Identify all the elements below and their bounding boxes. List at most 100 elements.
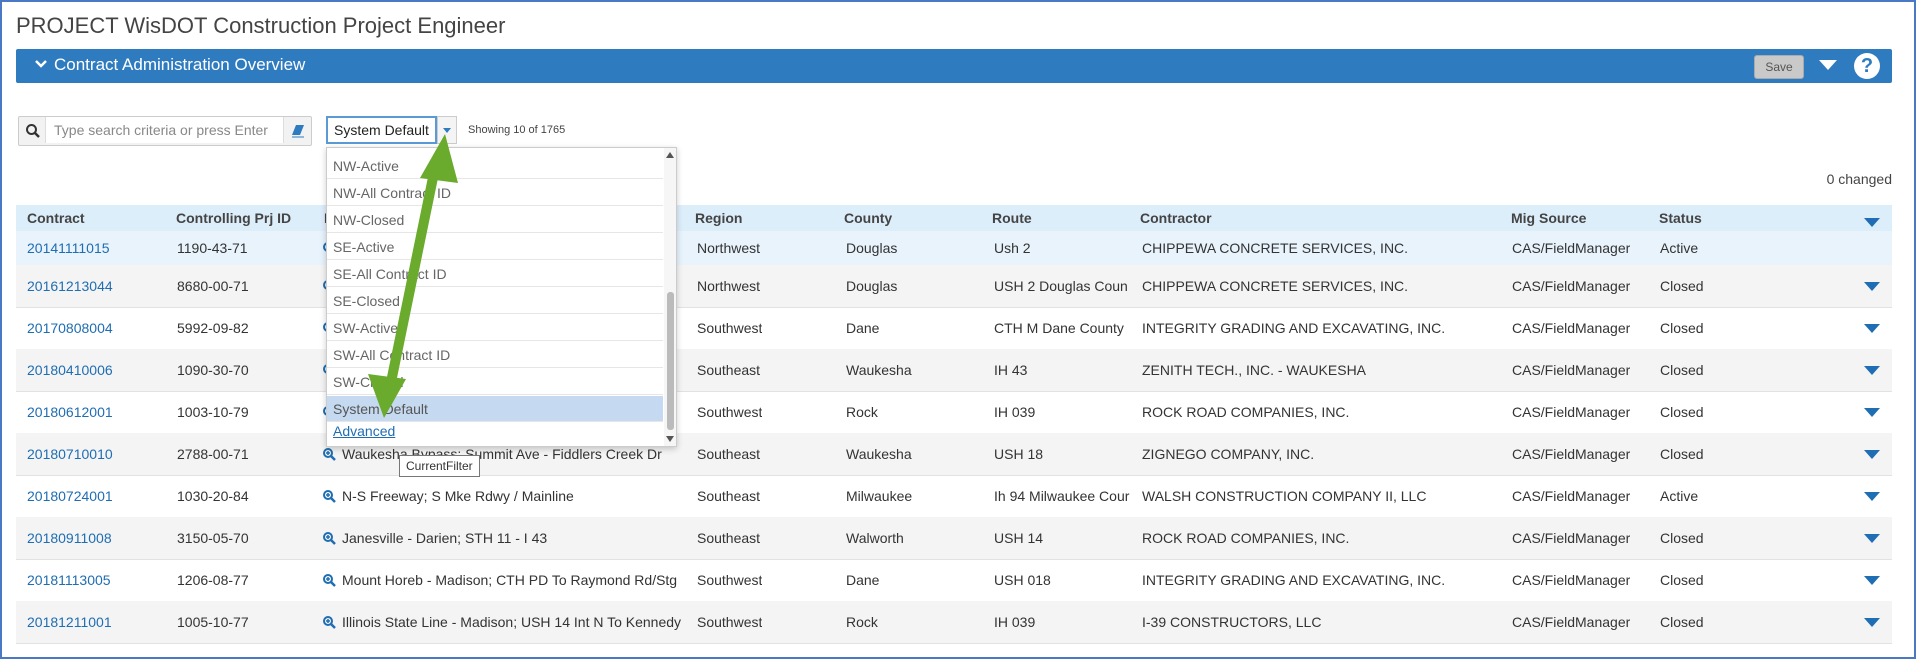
contract-link[interactable]: 20180710010 [27, 446, 113, 462]
caret-down-icon[interactable] [1819, 60, 1837, 70]
eraser-icon[interactable] [290, 123, 306, 139]
table-row[interactable]: 20180724001 1030-20-84 N-S Freeway; S Mke … [16, 475, 1892, 518]
scrollbar-thumb[interactable] [667, 292, 674, 430]
county: Waukesha [846, 362, 912, 378]
row-menu-icon[interactable] [1864, 618, 1880, 627]
column-menu-icon[interactable] [1864, 218, 1880, 227]
advanced-link[interactable]: Advanced [333, 423, 395, 439]
row-menu-icon[interactable] [1864, 282, 1880, 291]
contract-link[interactable]: 20170808004 [27, 320, 113, 336]
filter-dropdown-button[interactable] [437, 116, 457, 144]
row-menu-icon[interactable] [1864, 450, 1880, 459]
table-row[interactable]: 20181211001 1005-10-77 Illinois State Line… [16, 601, 1892, 644]
table-row[interactable]: 20170808004 5992-09-82 Southwest Dane CTH M … [16, 307, 1892, 350]
county: Rock [846, 404, 878, 420]
dropdown-option[interactable]: SW-All Contract ID [327, 342, 663, 368]
dropdown-option[interactable]: SE-Closed [327, 288, 663, 314]
chevron-down-icon[interactable] [34, 57, 48, 71]
scroll-up-icon[interactable] [666, 152, 674, 158]
dropdown-option[interactable]: NW-All Contract ID [327, 180, 663, 206]
mig-source: CAS/FieldManager [1512, 530, 1631, 546]
col-controlling-prj-id[interactable]: Controlling Prj ID [176, 210, 291, 226]
table-row[interactable]: 20180710010 2788-00-71 Waukesha Bypass; Su… [16, 433, 1892, 476]
zoom-icon[interactable] [322, 573, 336, 587]
zoom-icon[interactable] [322, 489, 336, 503]
search-icon[interactable] [25, 123, 41, 139]
row-menu-icon[interactable] [1864, 492, 1880, 501]
contract-link[interactable]: 20180911008 [27, 530, 112, 546]
description: Mount Horeb - Madison; CTH PD To Raymond… [342, 572, 678, 588]
status: Closed [1660, 614, 1704, 630]
controlling-prj-id: 1005-10-77 [177, 614, 249, 630]
mig-source: CAS/FieldManager [1512, 240, 1631, 256]
zoom-icon[interactable] [322, 447, 336, 461]
controlling-prj-id: 1003-10-79 [177, 404, 249, 420]
controlling-prj-id: 3150-05-70 [177, 530, 249, 546]
zoom-icon[interactable] [322, 615, 336, 629]
contractor: WALSH CONSTRUCTION COMPANY II, LLC [1142, 488, 1427, 504]
dropdown-option[interactable]: SE-All Contract ID [327, 261, 663, 287]
row-menu-icon[interactable] [1864, 534, 1880, 543]
dropdown-option[interactable]: SE-Active [327, 234, 663, 260]
contract-link[interactable]: 20180612001 [27, 404, 113, 420]
contract-link[interactable]: 20180410006 [27, 362, 113, 378]
search-box [18, 116, 312, 146]
contract-link[interactable]: 20141111015 [27, 240, 110, 256]
controlling-prj-id: 1090-30-70 [177, 362, 249, 378]
description: Illinois State Line - Madison; USH 14 In… [342, 614, 682, 630]
save-button[interactable]: Save [1754, 55, 1804, 79]
zoom-icon[interactable] [322, 531, 336, 545]
table-row[interactable]: 20161213044 8680-00-71 Northwest Douglas USH… [16, 265, 1892, 308]
dropdown-option[interactable]: SW-Active [327, 315, 663, 341]
scroll-down-icon[interactable] [666, 436, 674, 442]
dropdown-option[interactable]: NW-Closed [327, 207, 663, 233]
status: Active [1660, 488, 1699, 504]
col-contractor[interactable]: Contractor [1140, 210, 1212, 226]
contractor: ZENITH TECH., INC. - WAUKESHA [1142, 362, 1367, 378]
col-contract[interactable]: Contract [27, 210, 85, 226]
county: Dane [846, 572, 880, 588]
status: Closed [1660, 362, 1704, 378]
mig-source: CAS/FieldManager [1512, 278, 1631, 294]
filter-select[interactable]: System Default [326, 116, 437, 144]
county: Milwaukee [846, 488, 913, 504]
status: Closed [1660, 530, 1704, 546]
contract-link[interactable]: 20180724001 [27, 488, 113, 504]
contract-link[interactable]: 20181211001 [27, 614, 112, 630]
controlling-prj-id: 1190-43-71 [177, 240, 248, 256]
dropdown-option[interactable]: SW-Closed [327, 369, 663, 395]
row-menu-icon[interactable] [1864, 324, 1880, 333]
contractor: ZIGNEGO COMPANY, INC. [1142, 446, 1315, 462]
contract-link[interactable]: 20181113005 [27, 572, 111, 588]
col-mig-source[interactable]: Mig Source [1511, 210, 1586, 226]
contract-link[interactable]: 20161213044 [27, 278, 113, 294]
table-row[interactable]: 20180410006 1090-30-70 Southeast Waukesha IH… [16, 349, 1892, 392]
contractor: ROCK ROAD COMPANIES, INC. [1142, 530, 1350, 546]
panel-title: Contract Administration Overview [54, 55, 306, 74]
table-row[interactable]: 20181113005 1206-08-77 Mount Horeb - Madis… [16, 559, 1892, 602]
row-menu-icon[interactable] [1864, 366, 1880, 375]
description: Waukesha Bypass; Summit Ave - Fiddlers C… [342, 446, 662, 462]
county: Douglas [846, 240, 898, 256]
panel-header[interactable]: Contract Administration Overview Save ? [16, 49, 1892, 83]
region: Southwest [697, 572, 763, 588]
dropdown-scrollbar[interactable] [664, 148, 676, 446]
row-menu-icon[interactable] [1864, 408, 1880, 417]
col-route[interactable]: Route [992, 210, 1032, 226]
table-row[interactable]: 201806120011003-10-79ESouthwestRockIH 03… [16, 391, 1892, 434]
col-region[interactable]: Region [695, 210, 742, 226]
row-menu-icon[interactable] [1864, 576, 1880, 585]
table-header: Contract Controlling Prj ID D Region Cou… [16, 205, 1892, 232]
table-row[interactable]: 20180911008 3150-05-70 Janesville - Darien… [16, 517, 1892, 560]
dropdown-option[interactable]: System Default [327, 396, 663, 422]
route: IH 039 [994, 614, 1036, 630]
help-icon[interactable]: ? [1854, 53, 1880, 79]
search-input[interactable] [45, 117, 284, 143]
controlling-prj-id: 8680-00-71 [177, 278, 249, 294]
county: Walworth [846, 530, 904, 546]
table-row[interactable]: 20141111015 1190-43-71 Northwest Douglas Ush… [16, 231, 1892, 266]
mig-source: CAS/FieldManager [1512, 614, 1631, 630]
dropdown-option[interactable]: NW-Active [327, 153, 663, 179]
col-county[interactable]: County [844, 210, 892, 226]
col-status[interactable]: Status [1659, 210, 1702, 226]
